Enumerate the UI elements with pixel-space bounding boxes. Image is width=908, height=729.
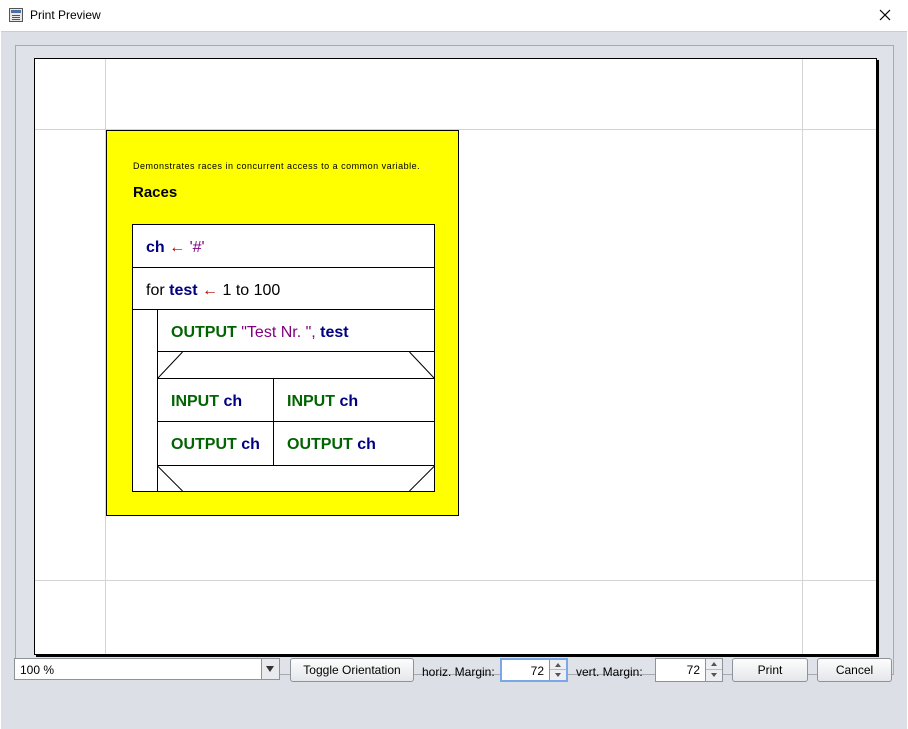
assign-var: ch <box>146 239 165 256</box>
output-statement: OUTPUT "Test Nr. ", test <box>171 324 349 342</box>
zoom-select[interactable]: 100 % <box>14 658 280 680</box>
close-button[interactable] <box>862 0 908 31</box>
output-keyword: OUTPUT <box>171 436 237 453</box>
cancel-button[interactable]: Cancel <box>817 658 892 682</box>
structogram: Demonstrates races in concurrent access … <box>106 130 459 516</box>
parallel-left-input: INPUT ch <box>171 393 242 411</box>
assign-value: '#' <box>189 239 205 256</box>
for-loop-header: for test ← 1 to 100 <box>146 282 280 300</box>
assignment-statement: ch ← '#' <box>146 239 205 257</box>
horiz-margin-stepper <box>549 660 566 680</box>
output-keyword: OUTPUT <box>171 324 237 341</box>
print-preview-icon <box>9 8 23 22</box>
nsd-body: ch ← '#' for test ← 1 to 100 OUTPUT "Tes… <box>132 224 435 492</box>
margin-guide-bottom <box>35 580 876 581</box>
parallel-left-output: OUTPUT ch <box>171 436 260 454</box>
loop-arrow: ← <box>202 282 219 299</box>
horiz-margin-spinner[interactable]: 72 <box>500 658 568 682</box>
loop-range: 1 to 100 <box>222 282 281 299</box>
vert-margin-label: vert. Margin: <box>576 665 643 679</box>
output-string: "Test Nr. ", <box>241 324 321 341</box>
horiz-margin-value[interactable]: 72 <box>531 664 544 678</box>
toggle-orientation-button[interactable]: Toggle Orientation <box>290 658 414 682</box>
title-bar: Print Preview <box>0 0 908 31</box>
parallel-right-input: INPUT ch <box>287 393 358 411</box>
spinner-down-icon[interactable] <box>706 670 722 681</box>
loop-var: test <box>169 282 198 299</box>
vert-margin-value[interactable]: 72 <box>687 663 700 677</box>
spinner-up-icon[interactable] <box>706 659 722 670</box>
input-keyword: INPUT <box>287 393 335 410</box>
output-var: ch <box>241 436 260 453</box>
diagram-title: Races <box>133 184 178 201</box>
preview-page: Demonstrates races in concurrent access … <box>34 58 877 655</box>
output-var: ch <box>357 436 376 453</box>
input-var: ch <box>339 393 359 410</box>
spinner-down-icon[interactable] <box>550 670 566 680</box>
input-keyword: INPUT <box>171 393 219 410</box>
assign-arrow: ← <box>169 239 186 256</box>
window-title: Print Preview <box>30 8 101 22</box>
loop-keyword: for <box>146 282 165 299</box>
preview-area[interactable]: Demonstrates races in concurrent access … <box>15 45 894 675</box>
spinner-up-icon[interactable] <box>550 660 566 670</box>
output-var: test <box>320 324 349 341</box>
horiz-margin-label: horiz. Margin: <box>422 665 495 679</box>
chevron-down-icon[interactable] <box>261 659 279 679</box>
print-button[interactable]: Print <box>732 658 808 682</box>
output-keyword: OUTPUT <box>287 436 353 453</box>
input-var: ch <box>223 393 243 410</box>
vert-margin-spinner[interactable]: 72 <box>655 658 723 682</box>
close-icon <box>879 9 891 21</box>
vert-margin-stepper <box>705 659 722 681</box>
zoom-value: 100 % <box>20 663 55 677</box>
diagram-comment: Demonstrates races in concurrent access … <box>133 161 421 171</box>
dialog-body: Demonstrates races in concurrent access … <box>1 31 907 729</box>
margin-guide-right <box>802 59 803 654</box>
parallel-right-output: OUTPUT ch <box>287 436 376 454</box>
